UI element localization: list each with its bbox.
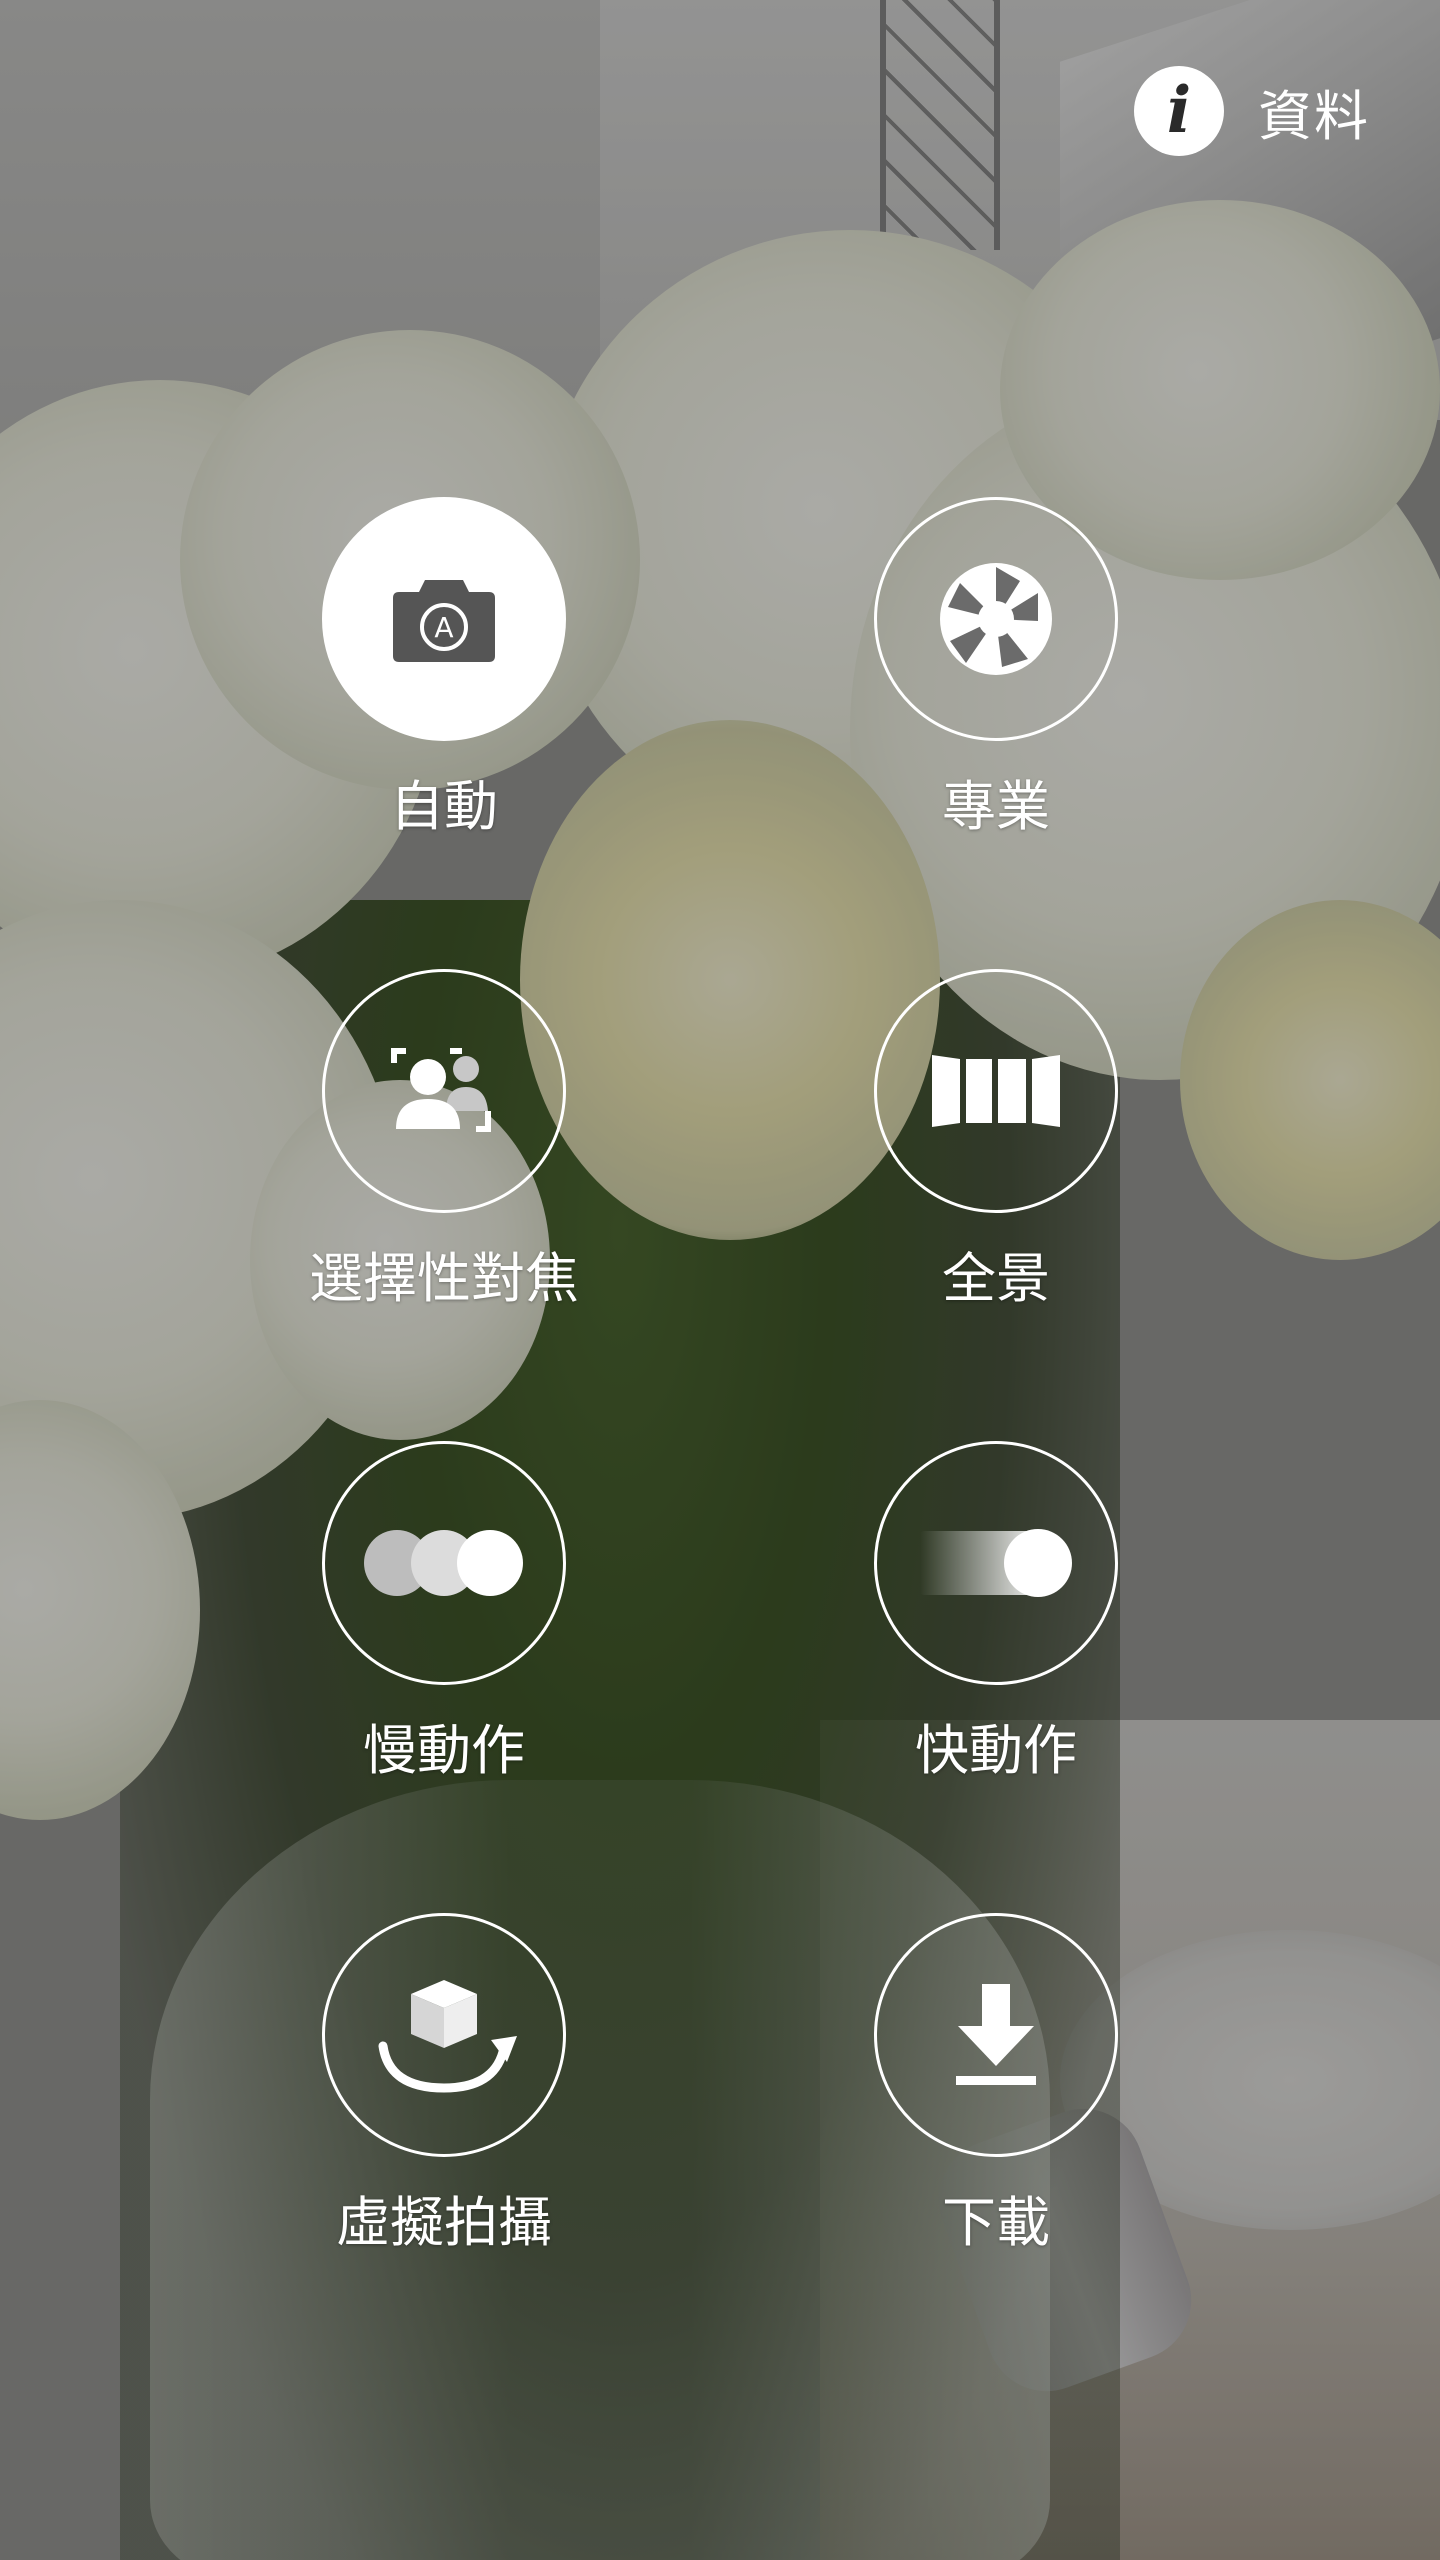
- mode-auto-label: 自動: [390, 775, 498, 838]
- mode-virtual-shot-label: 虛擬拍攝: [336, 2191, 552, 2254]
- mode-selective-focus[interactable]: 選擇性對焦: [254, 969, 634, 1311]
- virtual-shot-icon: [369, 1970, 519, 2100]
- mode-pro[interactable]: 專業: [806, 497, 1186, 839]
- mode-fast-motion-button[interactable]: [874, 1441, 1118, 1685]
- mode-selective-focus-label: 選擇性對焦: [309, 1247, 579, 1310]
- mode-virtual-shot[interactable]: 虛擬拍攝: [254, 1913, 634, 2255]
- mode-pro-label: 專業: [942, 775, 1050, 838]
- mode-auto-button[interactable]: A: [322, 497, 566, 741]
- fast-motion-icon: [916, 1527, 1076, 1599]
- mode-fast-motion[interactable]: 快動作: [806, 1441, 1186, 1783]
- background-dim-overlay: [0, 0, 1440, 2560]
- mode-pro-button[interactable]: [874, 497, 1118, 741]
- mode-download[interactable]: 下載: [806, 1913, 1186, 2255]
- mode-panorama-button[interactable]: [874, 969, 1118, 1213]
- panorama-icon: [930, 1051, 1062, 1131]
- aperture-icon: [936, 559, 1056, 679]
- mode-panorama-label: 全景: [942, 1247, 1050, 1310]
- mode-fast-motion-label: 快動作: [915, 1719, 1077, 1782]
- mode-slow-motion-label: 慢動作: [363, 1719, 525, 1782]
- mode-panorama[interactable]: 全景: [806, 969, 1186, 1311]
- download-icon: [946, 1980, 1046, 2090]
- info-button[interactable]: i 資料: [1134, 66, 1370, 156]
- mode-virtual-shot-button[interactable]: [322, 1913, 566, 2157]
- mode-download-label: 下載: [942, 2191, 1050, 2254]
- camera-auto-icon: A: [389, 574, 499, 664]
- mode-auto[interactable]: A 自動: [254, 497, 634, 839]
- info-label: 資料: [1258, 84, 1370, 148]
- mode-download-button[interactable]: [874, 1913, 1118, 2157]
- mode-slow-motion-button[interactable]: [322, 1441, 566, 1685]
- mode-selective-focus-button[interactable]: [322, 969, 566, 1213]
- info-icon: i: [1134, 66, 1224, 156]
- viewfinder-background: [0, 0, 1440, 2560]
- svg-text:A: A: [434, 611, 453, 644]
- mode-slow-motion[interactable]: 慢動作: [254, 1441, 634, 1783]
- slow-motion-icon: [362, 1528, 526, 1598]
- selective-focus-icon: [384, 1041, 504, 1141]
- camera-mode-screen: i 資料 A 自動 專業 選擇性對焦 全景 慢動作 快動作 虛擬拍攝 下載: [0, 0, 1440, 2560]
